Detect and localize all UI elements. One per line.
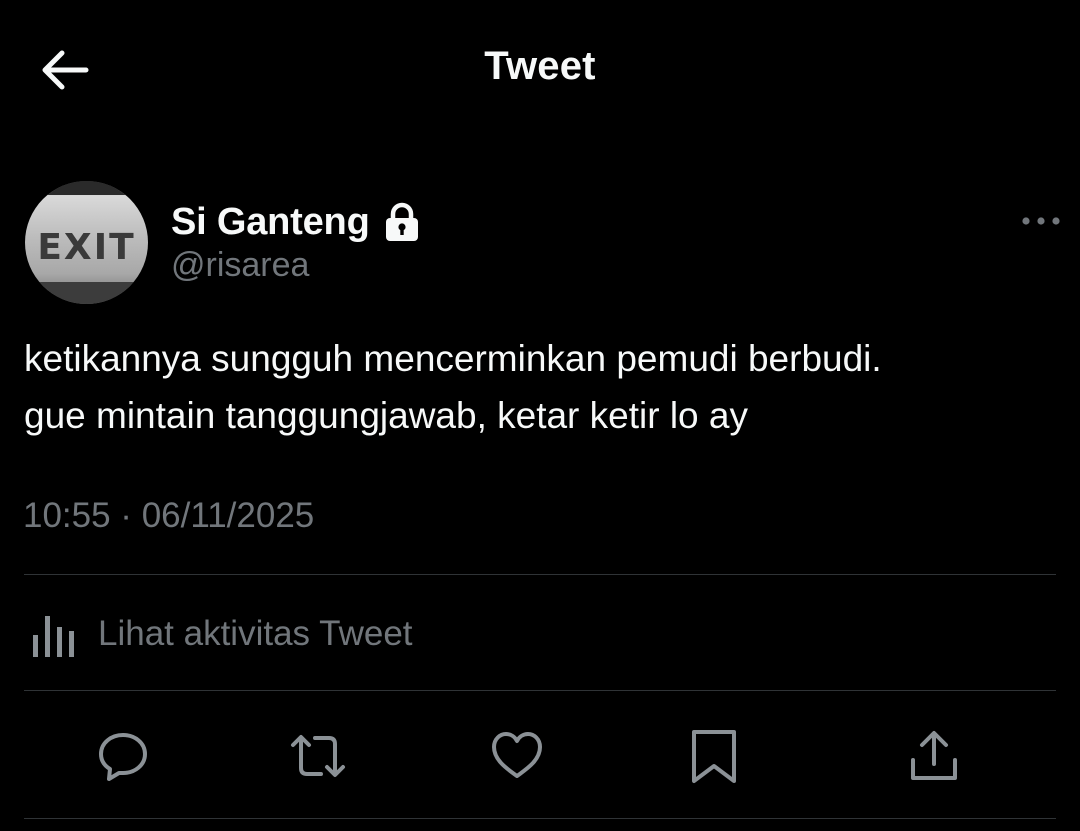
tweet-text-line: ketikannya sungguh mencerminkan pemudi b… [24,338,882,379]
tweet-page: Tweet EXIT Si Ganteng @risarea ketikanny… [0,0,1080,831]
page-title: Tweet [484,44,596,88]
divider [24,690,1056,691]
avatar[interactable]: EXIT [25,181,148,304]
tweet-timestamp[interactable]: 10:55 · 06/11/2025 [23,496,314,536]
view-activity-label: Lihat aktivitas Tweet [98,614,413,653]
bookmark-icon [692,730,736,783]
retweet-icon [291,735,345,777]
tweet-text: ketikannya sungguh mencerminkan pemudi b… [24,330,1054,444]
divider [24,818,1056,819]
bar-chart-icon [30,609,80,659]
lock-icon [384,202,420,242]
tweet-text-line: gue mintain tanggungjawab, ketar ketir l… [24,395,748,436]
avatar-exit-text: EXIT [37,227,135,268]
share-icon [911,731,957,780]
reply-button[interactable] [95,728,151,784]
user-handle[interactable]: @risarea [171,246,309,285]
author-name-row: Si Ganteng [171,197,420,247]
header: Tweet [0,0,1080,140]
view-activity-link[interactable]: Lihat aktivitas Tweet [30,607,413,661]
retweet-button[interactable] [290,728,346,784]
share-button[interactable] [906,728,962,784]
like-button[interactable] [489,728,545,784]
more-horizontal-icon [1022,217,1060,225]
tweet-action-bar [0,720,1080,790]
avatar-image: EXIT [25,181,148,304]
more-options-button[interactable] [1016,204,1066,238]
reply-icon [99,733,147,781]
heart-icon [492,732,542,778]
divider [24,574,1056,575]
bookmark-button[interactable] [686,728,742,784]
display-name[interactable]: Si Ganteng [171,201,370,244]
